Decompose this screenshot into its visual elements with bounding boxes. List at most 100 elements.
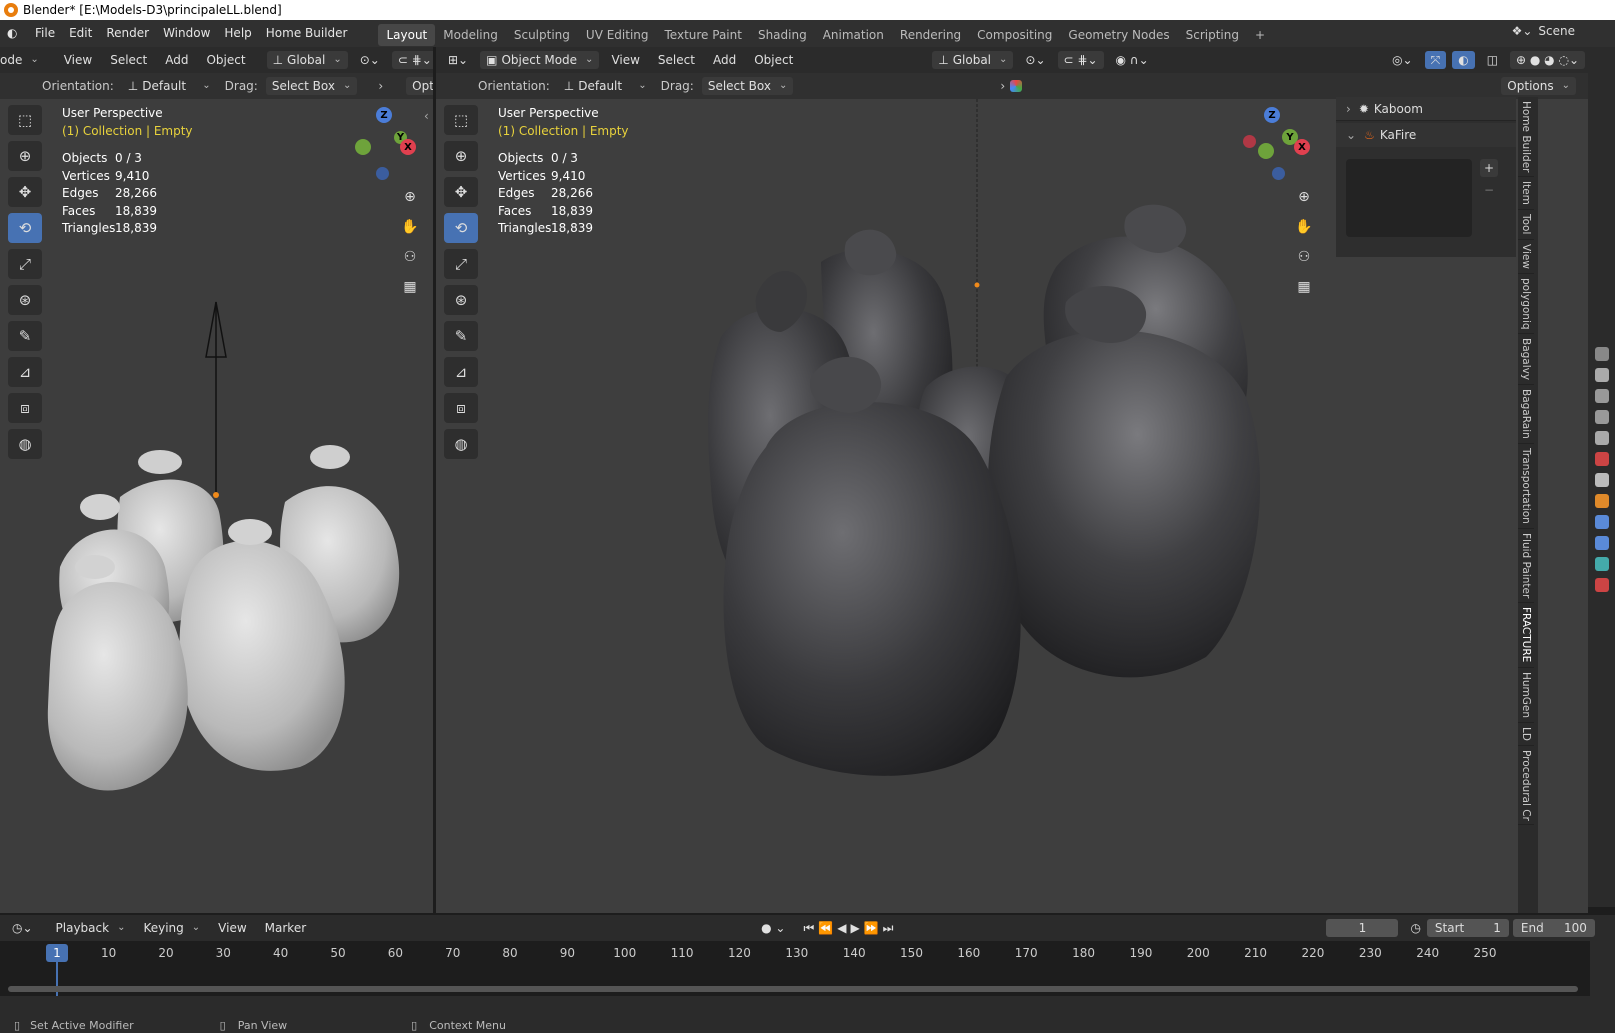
- scene-properties-icon[interactable]: [1594, 431, 1609, 445]
- select-box-tool-icon[interactable]: ⬚: [444, 105, 478, 135]
- gizmo-x[interactable]: X: [400, 139, 416, 155]
- sidebar-tab-fluid-painter[interactable]: Fluid Painter: [1518, 529, 1534, 604]
- tab-compositing[interactable]: Compositing: [969, 24, 1060, 46]
- gizmo-x[interactable]: X: [1294, 139, 1310, 155]
- tab-uv-editing[interactable]: UV Editing: [578, 24, 657, 46]
- tab-layout[interactable]: Layout: [378, 23, 436, 46]
- playback-controls[interactable]: ⏮⏪◀▶⏩⏭: [797, 919, 903, 937]
- extra-tool-icon[interactable]: ◍: [8, 429, 42, 459]
- menu-render[interactable]: Render: [99, 20, 156, 47]
- main-navigation-gizmo[interactable]: Z Y X: [1240, 105, 1310, 185]
- gizmo-neg-z[interactable]: [1272, 167, 1285, 180]
- menu-edit[interactable]: Edit: [62, 20, 99, 47]
- menu-help[interactable]: Help: [217, 20, 258, 47]
- menu-home-builder[interactable]: Home Builder: [259, 20, 355, 47]
- tab-shading[interactable]: Shading: [750, 24, 815, 46]
- zoom-icon[interactable]: ⊕: [1292, 185, 1316, 209]
- panel-kafire[interactable]: ⌄ ♨ KaFire: [1336, 123, 1516, 147]
- collection-properties-icon[interactable]: [1594, 473, 1609, 487]
- tab-texture-paint[interactable]: Texture Paint: [657, 24, 750, 46]
- current-frame-indicator[interactable]: 1: [46, 944, 68, 962]
- gizmo-neg-y[interactable]: [1258, 143, 1274, 159]
- tab-scripting[interactable]: Scripting: [1178, 24, 1247, 46]
- menu-window[interactable]: Window: [156, 20, 217, 47]
- left-navigation-gizmo[interactable]: Z Y X: [352, 105, 422, 185]
- grid-view-icon[interactable]: ▦: [1292, 275, 1316, 299]
- sidebar-tab-home-builder[interactable]: Home Builder: [1518, 97, 1534, 178]
- record-icon[interactable]: ● ⌄: [755, 919, 791, 937]
- render-properties-icon[interactable]: [1594, 368, 1609, 382]
- extra-tool-icon[interactable]: ◍: [444, 429, 478, 459]
- gizmo-z[interactable]: Z: [376, 107, 392, 123]
- left-viewport[interactable]: ode View Select Add Object ⊥Global ⊙⌄ ⊂ …: [0, 47, 433, 913]
- move-tool-icon[interactable]: ✥: [8, 177, 42, 207]
- tab-sculpting[interactable]: Sculpting: [506, 24, 578, 46]
- cursor-tool-icon[interactable]: ⊕: [444, 141, 478, 171]
- zoom-icon[interactable]: ⊕: [398, 185, 422, 209]
- scene-selector[interactable]: ❖⌄ Scene: [1512, 24, 1575, 38]
- sidebar-tab-ld[interactable]: LD: [1518, 723, 1534, 746]
- rotate-tool-icon[interactable]: ⟲: [444, 213, 478, 243]
- select-box-tool-icon[interactable]: ⬚: [8, 105, 42, 135]
- add-workspace-button[interactable]: +: [1247, 24, 1273, 46]
- timeline-menu-marker[interactable]: Marker: [259, 919, 312, 937]
- gizmo-neg-y[interactable]: [355, 139, 371, 155]
- add-cube-tool-icon[interactable]: ⧈: [444, 393, 478, 423]
- list-remove-button[interactable]: −: [1480, 181, 1498, 199]
- object-properties-icon[interactable]: [1594, 494, 1609, 508]
- tool-properties-icon[interactable]: [1594, 347, 1609, 361]
- sidebar-tab-item[interactable]: Item: [1518, 177, 1534, 211]
- modifier-properties-icon[interactable]: [1594, 515, 1609, 529]
- sidebar-tab-fracture[interactable]: FRACTURE: [1518, 603, 1534, 668]
- kafire-list[interactable]: [1346, 159, 1472, 237]
- scale-tool-icon[interactable]: ⤢: [8, 249, 42, 279]
- camera-icon[interactable]: ⚇: [398, 245, 422, 269]
- camera-icon[interactable]: ⚇: [1292, 245, 1316, 269]
- timeline-editor-icon[interactable]: ◷⌄: [6, 919, 39, 937]
- timeline-menu-keying[interactable]: Keying: [137, 919, 206, 937]
- rotate-tool-icon[interactable]: ⟲: [8, 213, 42, 243]
- sidebar-tab-humgen[interactable]: HumGen: [1518, 668, 1534, 723]
- world-properties-icon[interactable]: [1594, 452, 1609, 466]
- left-collapse-arrow[interactable]: ‹: [424, 109, 429, 123]
- measure-tool-icon[interactable]: ⊿: [444, 357, 478, 387]
- view-layer-icon[interactable]: [1594, 410, 1609, 424]
- main-viewport[interactable]: ⊞⌄ ▣Object Mode View Select Add Object ⊥…: [436, 47, 1588, 913]
- move-tool-icon[interactable]: ✥: [444, 177, 478, 207]
- tab-rendering[interactable]: Rendering: [892, 24, 969, 46]
- gizmo-z[interactable]: Z: [1264, 107, 1280, 123]
- cursor-tool-icon[interactable]: ⊕: [8, 141, 42, 171]
- texture-properties-icon[interactable]: [1594, 578, 1609, 592]
- scale-tool-icon[interactable]: ⤢: [444, 249, 478, 279]
- sidebar-tab-view[interactable]: View: [1518, 240, 1534, 274]
- sidebar-tab-transportation[interactable]: Transportation: [1518, 444, 1534, 529]
- timeline-ruler[interactable]: 1 10 20 30 40 50 60 70 80 90 100 110 120 130 140 150 16…: [0, 941, 1590, 996]
- add-cube-tool-icon[interactable]: ⧈: [8, 393, 42, 423]
- sidebar-tab-bagalvy[interactable]: Bagalvy: [1518, 334, 1534, 386]
- menu-file[interactable]: File: [28, 20, 62, 47]
- sidebar-tab-procedural[interactable]: Procedural Cr: [1518, 746, 1534, 826]
- current-frame-field[interactable]: 1: [1326, 919, 1399, 937]
- start-frame-field[interactable]: Start 1: [1426, 919, 1509, 937]
- timeline-menu-playback[interactable]: Playback: [50, 919, 132, 937]
- pan-hand-icon[interactable]: ✋: [398, 215, 422, 239]
- gizmo-neg-z[interactable]: [376, 167, 389, 180]
- timeline-menu-view[interactable]: View: [212, 919, 252, 937]
- panel-kaboom[interactable]: › ✹ Kaboom: [1336, 97, 1516, 121]
- sidebar-tab-tool[interactable]: Tool: [1518, 210, 1534, 240]
- grid-view-icon[interactable]: ▦: [398, 275, 422, 299]
- pan-hand-icon[interactable]: ✋: [1292, 215, 1316, 239]
- tab-modeling[interactable]: Modeling: [435, 24, 506, 46]
- tab-animation[interactable]: Animation: [815, 24, 892, 46]
- sidebar-tab-bagarain[interactable]: BagaRain: [1518, 385, 1534, 445]
- list-add-button[interactable]: +: [1480, 159, 1498, 177]
- physics-properties-icon[interactable]: [1594, 536, 1609, 550]
- tab-geometry-nodes[interactable]: Geometry Nodes: [1060, 24, 1177, 46]
- annotate-tool-icon[interactable]: ✎: [444, 321, 478, 351]
- transform-tool-icon[interactable]: ⊛: [8, 285, 42, 315]
- measure-tool-icon[interactable]: ⊿: [8, 357, 42, 387]
- sidebar-tab-polygoniq[interactable]: polygoniq: [1518, 274, 1534, 335]
- transform-tool-icon[interactable]: ⊛: [444, 285, 478, 315]
- constraint-properties-icon[interactable]: [1594, 557, 1609, 571]
- blender-menu-icon[interactable]: ◐: [0, 20, 28, 47]
